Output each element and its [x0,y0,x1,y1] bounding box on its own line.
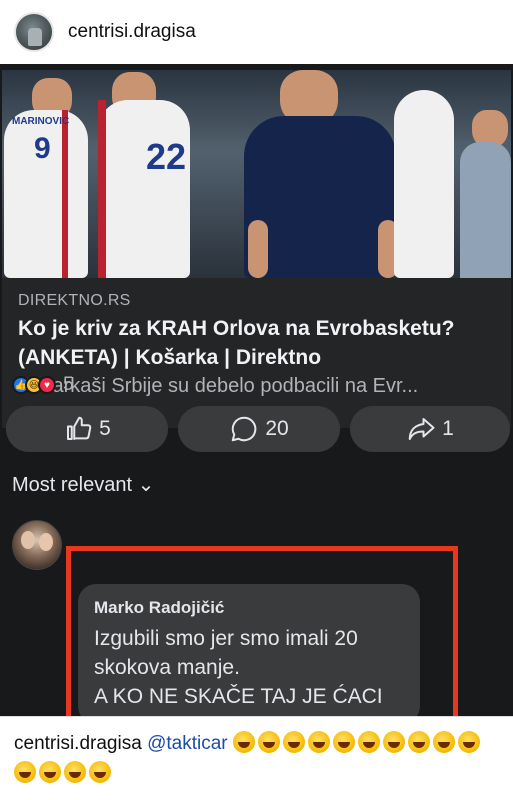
link-title: Ko je kriv za KRAH Orlova na Evrobasketu… [18,314,495,372]
comment-author-avatar[interactable] [12,520,62,570]
laughing-emoji-icon [357,731,380,753]
jersey-number-22: 22 [146,136,187,177]
comment-icon [232,416,257,442]
laughing-emoji-icon [457,731,480,753]
jersey-name: MARINOVIC [12,116,70,127]
comment-count: 20 [265,417,289,440]
link-preview-image[interactable]: MARINOVIC 9 22 [2,70,511,278]
laughing-emoji-icon [432,731,455,753]
sort-dropdown[interactable]: Most relevant ⌄ [12,472,154,497]
laughing-emoji-icon [382,731,405,753]
player-jersey [394,90,454,278]
caption-username[interactable]: centrisi.dragisa [14,733,142,754]
avatar[interactable] [14,12,54,52]
laughing-emoji-icon [332,731,355,753]
laughing-emoji-icon [257,731,280,753]
jersey-stripe [62,110,68,278]
link-description: Košarkaši Srbije su debelo podbacili na … [18,375,419,397]
post-header: centrisi.dragisa [0,0,513,64]
facebook-post-screenshot: MARINOVIC 9 22 DIREKTNO.RS Ko je kriv za… [0,64,513,716]
laughing-emoji-icon [407,731,430,753]
coach-arm [248,220,268,278]
caption-mention[interactable]: @takticar [147,733,228,754]
highlight-box [66,546,458,716]
link-title-line-1: Ko je kriv za KRAH Orlova na Evrobasketu… [18,317,455,340]
laughing-emoji-icon [282,731,305,753]
post-caption: centrisi.dragisa @takticar [0,716,513,800]
jersey-stripe [98,100,106,278]
laughing-emoji-icon [39,761,61,783]
share-icon [408,418,435,440]
jersey-number-9: 9 [34,132,51,165]
link-title-line-2: (ANKETA) | Košarka | Direktno [18,346,322,369]
share-count: 1 [442,417,454,440]
laughing-emoji-icon [64,761,86,783]
love-icon: ♥ [38,376,56,394]
link-domain: DIREKTNO.RS [18,292,131,309]
player-jersey [98,100,190,278]
laughing-emoji-icon [14,761,36,783]
like-button[interactable]: 5 [6,406,168,452]
laughing-emoji-icon [89,761,111,783]
like-count: 5 [99,417,111,440]
post-username[interactable]: centrisi.dragisa [68,21,196,43]
reaction-count: 5 [63,374,74,395]
laughing-emoji-icon [307,731,330,753]
staff-shirt [460,142,511,278]
thumbs-up-icon [67,416,92,440]
reaction-summary[interactable]: 👍 😆 ♥ 5 [12,372,74,398]
share-button[interactable]: 1 [350,406,510,452]
laughing-emoji-icon [232,731,255,753]
comment-button[interactable]: 20 [178,406,340,452]
